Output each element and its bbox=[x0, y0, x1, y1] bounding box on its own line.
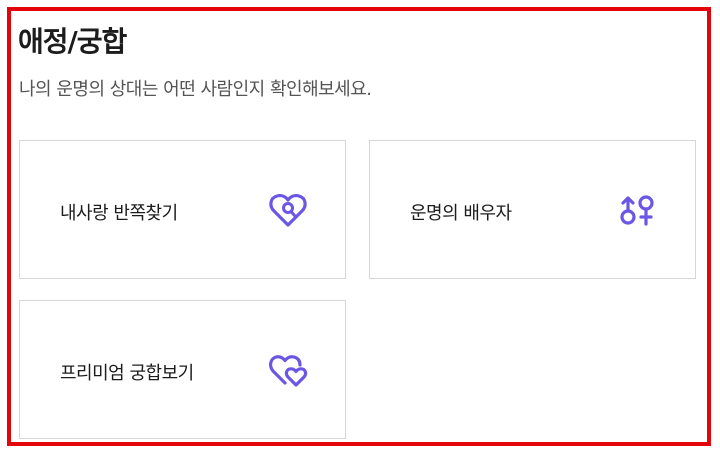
double-heart-icon bbox=[267, 349, 309, 391]
card-label: 내사랑 반쪽찾기 bbox=[60, 203, 178, 224]
card-premium-compatibility[interactable]: 프리미엄 궁합보기 bbox=[19, 300, 346, 439]
card-label: 운명의 배우자 bbox=[410, 203, 512, 224]
section-title: 애정/궁합 bbox=[18, 25, 127, 58]
card-find-half[interactable]: 내사랑 반쪽찾기 bbox=[19, 140, 346, 279]
card-label: 프리미엄 궁합보기 bbox=[60, 363, 194, 384]
gender-symbols-icon bbox=[617, 189, 659, 231]
card-destined-spouse[interactable]: 운명의 배우자 bbox=[369, 140, 696, 279]
heart-search-icon bbox=[267, 189, 309, 231]
section-subtitle: 나의 운명의 상대는 어떤 사람인지 확인해보세요. bbox=[19, 79, 372, 100]
